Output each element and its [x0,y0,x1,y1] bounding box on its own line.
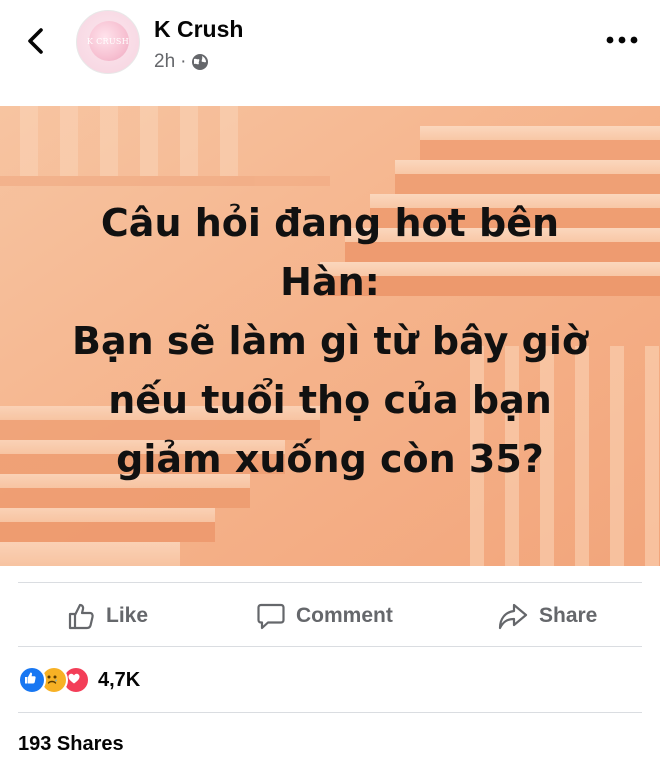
caption-line: giảm xuống còn 35? [116,437,544,481]
comment-icon [257,603,285,630]
share-label: Share [539,604,598,627]
share-icon [498,603,528,630]
caption-line: Bạn sẽ làm gì từ bây giờ [72,319,588,363]
shares-count[interactable]: 193 Shares [18,733,124,756]
caption-line: Hàn: [280,260,380,304]
post-time: 2h [154,51,176,72]
more-horizontal-icon[interactable] [604,32,640,48]
avatar[interactable]: K CRUSH [76,10,140,74]
page-name[interactable]: K Crush [154,16,243,43]
chevron-left-icon[interactable] [22,26,52,56]
divider [18,712,642,713]
divider [18,646,642,647]
action-bar: Like Comment Share [0,588,660,644]
thumbs-up-icon [68,603,94,630]
reaction-summary[interactable]: 4,7K [18,664,140,696]
image-caption: Câu hỏi đang hot bên Hàn: Bạn sẽ làm gì … [0,194,660,489]
divider [18,582,642,583]
caption-line: Câu hỏi đang hot bên [100,201,560,245]
comment-label: Comment [296,604,393,627]
like-button[interactable]: Like [66,588,148,644]
like-reaction-icon [18,666,46,694]
caption-line: nếu tuổi thọ của bạn [108,378,552,422]
reaction-count: 4,7K [98,668,141,691]
post-header: K CRUSH K Crush 2h · [0,0,660,106]
avatar-brand-text: K CRUSH [87,37,129,46]
comment-button[interactable]: Comment [256,588,393,644]
post-meta: 2h · [154,51,209,73]
like-label: Like [106,604,149,627]
post-image[interactable]: Câu hỏi đang hot bên Hàn: Bạn sẽ làm gì … [0,106,660,566]
share-button[interactable]: Share [497,588,597,644]
globe-icon [192,54,209,70]
